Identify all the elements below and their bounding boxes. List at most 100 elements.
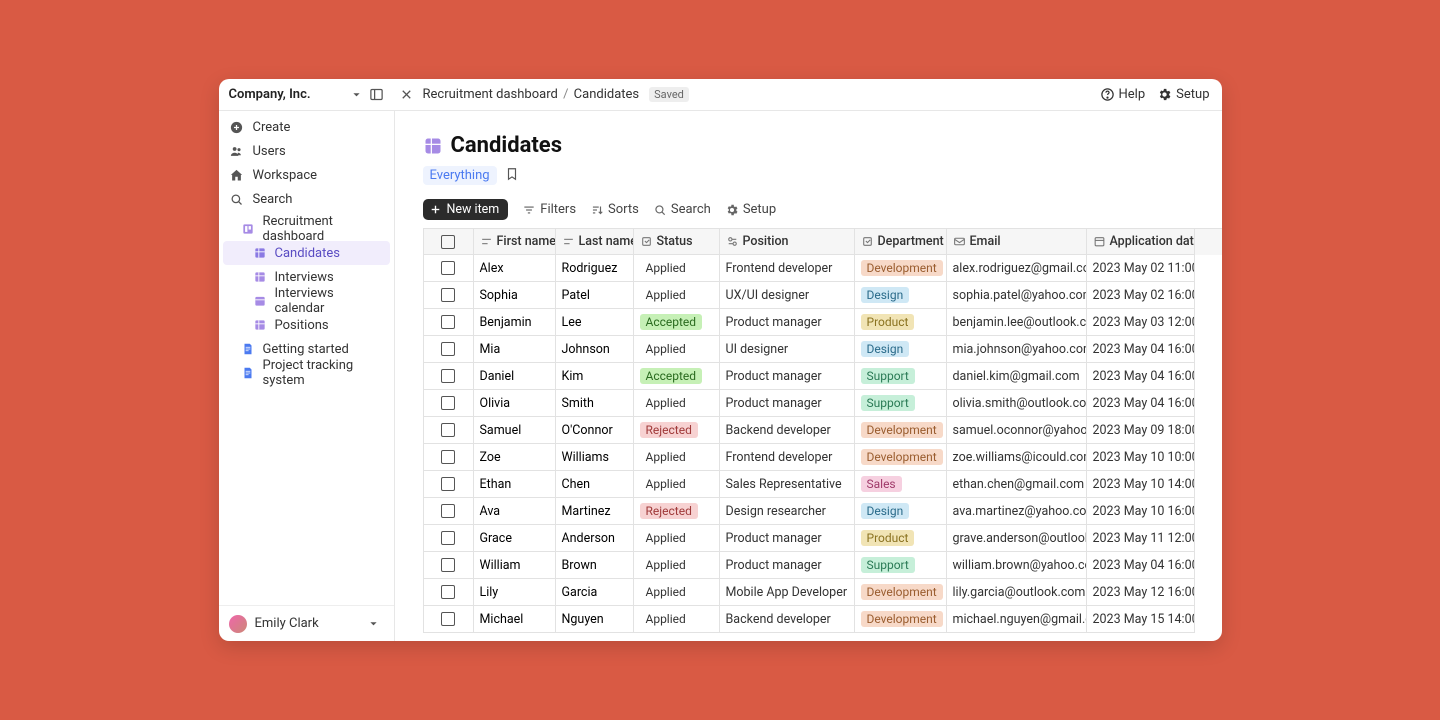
row-checkbox[interactable]	[424, 336, 474, 363]
table-row[interactable]: BenjaminLeeAcceptedProduct managerProduc…	[424, 309, 1222, 336]
page-title: Candidates	[451, 133, 563, 158]
help-link[interactable]: Help	[1100, 87, 1146, 102]
sidebar-workspace[interactable]: Workspace	[219, 163, 394, 187]
cell-application-date: 2023 May 10 16:00	[1087, 498, 1195, 525]
col-position[interactable]: Position	[720, 229, 855, 255]
cell-department: Product	[855, 309, 947, 336]
setup-link[interactable]: Setup	[1157, 87, 1209, 102]
cell-application-date: 2023 May 15 14:00	[1087, 606, 1195, 633]
table-row[interactable]: OliviaSmithAppliedProduct managerSupport…	[424, 390, 1222, 417]
select-all-checkbox[interactable]	[424, 229, 474, 255]
plus-circle-icon	[229, 119, 245, 135]
row-checkbox[interactable]	[424, 579, 474, 606]
cell-position: Mobile App Developer	[720, 579, 855, 606]
cell-status: Applied	[634, 579, 720, 606]
cell-application-date: 2023 May 12 16:00	[1087, 579, 1195, 606]
toolbar-search-button[interactable]: Search	[653, 202, 711, 217]
col-first-name[interactable]: First name	[474, 229, 556, 255]
filters-button[interactable]: Filters	[522, 202, 576, 217]
new-item-button[interactable]: New item	[423, 199, 509, 220]
table-row[interactable]: AlexRodriguezAppliedFrontend developerDe…	[424, 255, 1222, 282]
tab-everything[interactable]: Everything	[423, 166, 497, 185]
col-status[interactable]: Status	[634, 229, 720, 255]
breadcrumb[interactable]: Recruitment dashboard / Candidates	[423, 87, 640, 102]
cell-application-date: 2023 May 04 16:00	[1087, 552, 1195, 579]
close-tab-icon[interactable]	[397, 85, 417, 105]
table-row[interactable]: LilyGarciaAppliedMobile App DeveloperDev…	[424, 579, 1222, 606]
row-checkbox[interactable]	[424, 444, 474, 471]
cell-department: Development	[855, 444, 947, 471]
table-row[interactable]: SamuelO'ConnorRejectedBackend developerD…	[424, 417, 1222, 444]
toolbar-setup-button[interactable]: Setup	[725, 202, 776, 217]
topbar: Company, Inc. Recruitment dashboard / Ca…	[219, 79, 1222, 111]
cell-email: ethan.chen@gmail.com	[947, 471, 1087, 498]
row-checkbox[interactable]	[424, 363, 474, 390]
cell-application-date: 2023 May 03 12:00	[1087, 309, 1195, 336]
table-row[interactable]: WilliamBrownAppliedProduct managerSuppor…	[424, 552, 1222, 579]
cell-first-name: William	[474, 552, 556, 579]
table-row[interactable]: ZoeWilliamsAppliedFrontend developerDeve…	[424, 444, 1222, 471]
user-menu-icon[interactable]	[364, 614, 384, 634]
sidebar-search[interactable]: Search	[219, 187, 394, 211]
row-checkbox[interactable]	[424, 417, 474, 444]
cell-position: Product manager	[720, 390, 855, 417]
breadcrumb-a[interactable]: Recruitment dashboard	[423, 87, 558, 102]
table-row[interactable]: EthanChenAppliedSales RepresentativeSale…	[424, 471, 1222, 498]
cell-status: Rejected	[634, 498, 720, 525]
col-email[interactable]: Email	[947, 229, 1087, 255]
nav-recruitment-dashboard[interactable]: Recruitment dashboard	[219, 217, 394, 241]
cell-position: Frontend developer	[720, 255, 855, 282]
row-checkbox[interactable]	[424, 390, 474, 417]
cell-last-name: Martinez	[556, 498, 634, 525]
table-row[interactable]: AvaMartinezRejectedDesign researcherDesi…	[424, 498, 1222, 525]
page-header: Candidates Everything	[395, 111, 1222, 193]
cell-position: UI designer	[720, 336, 855, 363]
cell-status: Rejected	[634, 417, 720, 444]
nav-interviews-calendar[interactable]: Interviews calendar	[219, 289, 394, 313]
cell-first-name: Daniel	[474, 363, 556, 390]
row-checkbox[interactable]	[424, 471, 474, 498]
sidebar-create[interactable]: Create	[219, 115, 394, 139]
nav-project-tracking[interactable]: Project tracking system	[219, 361, 394, 385]
sorts-button[interactable]: Sorts	[590, 202, 639, 217]
cell-status: Accepted	[634, 309, 720, 336]
row-checkbox[interactable]	[424, 255, 474, 282]
nav-positions[interactable]: Positions	[219, 313, 394, 337]
cell-department: Support	[855, 552, 947, 579]
company-name[interactable]: Company, Inc.	[227, 87, 347, 102]
col-last-name[interactable]: Last name	[556, 229, 634, 255]
nav-candidates[interactable]: Candidates	[223, 241, 390, 265]
board-icon	[241, 222, 255, 236]
col-department[interactable]: Department	[855, 229, 947, 255]
sidebar-toggle-icon[interactable]	[367, 85, 387, 105]
cell-last-name: Johnson	[556, 336, 634, 363]
table-row[interactable]: DanielKimAcceptedProduct managerSupportd…	[424, 363, 1222, 390]
cell-last-name: Patel	[556, 282, 634, 309]
row-checkbox[interactable]	[424, 525, 474, 552]
cell-first-name: Grace	[474, 525, 556, 552]
table-row[interactable]: SophiaPatelAppliedUX/UI designerDesignso…	[424, 282, 1222, 309]
table-row[interactable]: MiaJohnsonAppliedUI designerDesignmia.jo…	[424, 336, 1222, 363]
company-dropdown-icon[interactable]	[347, 85, 367, 105]
row-checkbox[interactable]	[424, 309, 474, 336]
breadcrumb-b[interactable]: Candidates	[574, 87, 639, 102]
row-checkbox[interactable]	[424, 606, 474, 633]
cell-first-name: Michael	[474, 606, 556, 633]
bookmark-icon[interactable]	[505, 167, 519, 185]
table-row[interactable]: MichaelNguyenAppliedBackend developerDev…	[424, 606, 1222, 633]
toolbar: New item Filters Sorts Search Setup	[395, 199, 1222, 228]
cell-status: Applied	[634, 255, 720, 282]
row-checkbox[interactable]	[424, 498, 474, 525]
cell-position: Design researcher	[720, 498, 855, 525]
sidebar-users[interactable]: Users	[219, 139, 394, 163]
cell-department: Design	[855, 498, 947, 525]
cell-department: Design	[855, 282, 947, 309]
cell-status: Applied	[634, 471, 720, 498]
table-row[interactable]: GraceAndersonAppliedProduct managerProdu…	[424, 525, 1222, 552]
sidebar-footer[interactable]: Emily Clark	[219, 605, 394, 641]
col-application-date[interactable]: Application date	[1087, 229, 1195, 255]
row-checkbox[interactable]	[424, 282, 474, 309]
row-checkbox[interactable]	[424, 552, 474, 579]
table-icon	[253, 270, 267, 284]
sidebar-search-label: Search	[253, 192, 293, 207]
